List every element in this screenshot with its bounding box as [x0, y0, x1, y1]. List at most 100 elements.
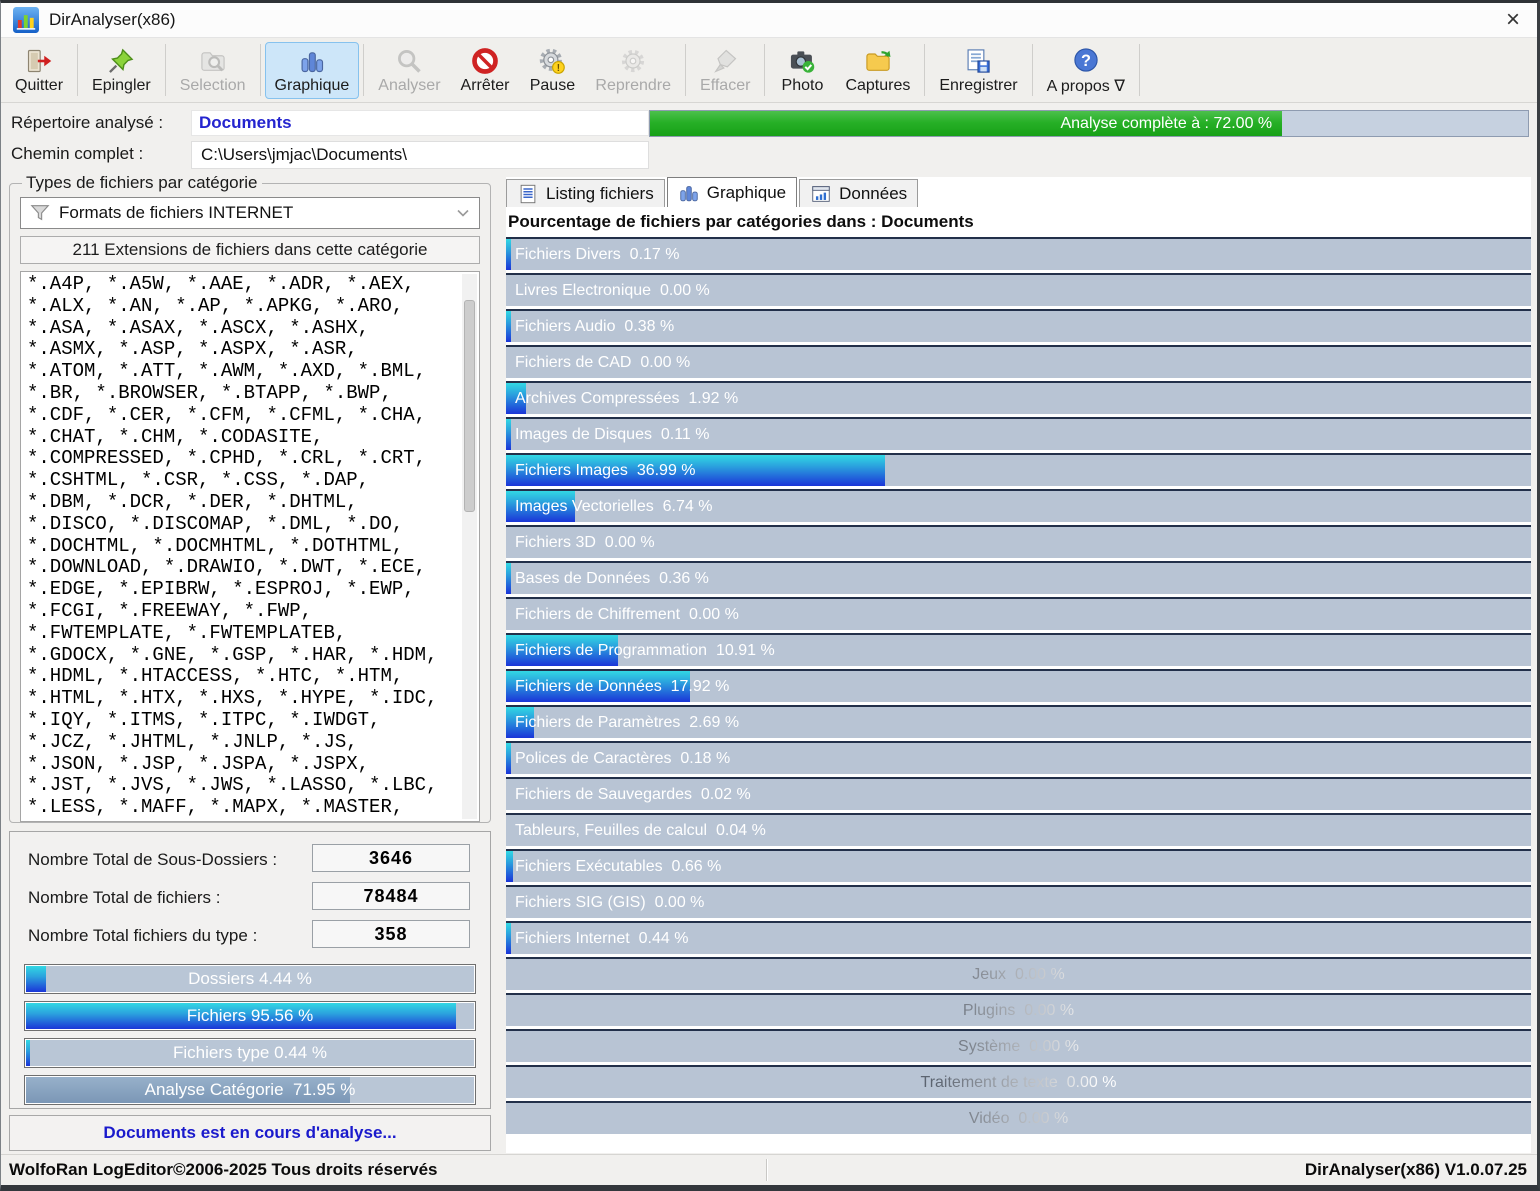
extension-listbox[interactable]: *.A4P, *.A5W, *.AAE, *.ADR, *.AEX,*.ALX,…	[20, 271, 480, 822]
mini-progressbar-label: Dossiers 4.44 %	[25, 965, 475, 993]
extension-count-header: 211 Extensions de fichiers dans cette ca…	[20, 236, 480, 264]
status-bar-copyright: WolfoRan LogEditor©2006-2025 Tous droits…	[1, 1160, 438, 1180]
status-bar: WolfoRan LogEditor©2006-2025 Tous droits…	[1, 1154, 1537, 1185]
toolbar-separator	[924, 44, 925, 96]
stat-value: 358	[312, 920, 470, 948]
data-tab-icon	[810, 183, 832, 205]
extension-list-line: *.JST, *.JVS, *.JWS, *.LASSO, *.LBC,	[27, 775, 459, 797]
gear-warning-icon: !	[537, 46, 567, 76]
toolbar-button-label: Epingler	[92, 77, 151, 95]
chart-bar-row: Fichiers de Données 17.92 %	[506, 669, 1531, 702]
toolbar-separator	[764, 44, 765, 96]
toolbar-button-enregistrer[interactable]: Enregistrer	[929, 42, 1027, 99]
stat-row: Nombre Total fichiers du type : 358	[24, 920, 476, 958]
extension-list-line: *.COMPRESSED, *.CPHD, *.CRL, *.CRT,	[27, 448, 459, 470]
toolbar-separator	[260, 44, 261, 96]
analysis-progressbar: Analyse complète à : 72.00 %	[649, 110, 1529, 137]
toolbar-button-effacer[interactable]: Effacer	[690, 42, 760, 99]
stat-value: 3646	[312, 844, 470, 872]
chart-bar-row: Archives Compressées 1.92 %	[506, 381, 1531, 414]
scrollbar-thumb[interactable]	[464, 300, 475, 512]
tab-label: Listing fichiers	[546, 184, 654, 204]
chart-bar-row: Fichiers Images 36.99 %	[506, 453, 1531, 486]
extension-list-line: *.ASMX, *.ASP, *.ASPX, *.ASR,	[27, 339, 459, 361]
toolbar-button-label: Pause	[530, 77, 575, 95]
graph-tab-icon	[678, 182, 700, 204]
toolbar-button-captures[interactable]: Captures	[835, 42, 920, 99]
mini-progressbar: Fichiers 95.56 %	[24, 1001, 476, 1031]
chart-bar-label: Plugins 0.00 %	[506, 995, 1531, 1026]
toolbar-button-graphique[interactable]: Graphique	[265, 42, 360, 99]
extension-list-line: *.FCGI, *.FREEWAY, *.FWP,	[27, 601, 459, 623]
stat-label: Nombre Total fichiers du type :	[28, 926, 257, 946]
chart-bar-label: Fichiers Exécutables 0.66 %	[506, 851, 1531, 882]
toolbar-button-label: Selection	[180, 77, 246, 95]
toolbar-separator	[685, 44, 686, 96]
toolbar-button-label: Enregistrer	[939, 77, 1017, 95]
bar-chart-icon	[297, 46, 327, 76]
toolbar-button-epingler[interactable]: Epingler	[82, 42, 161, 99]
chart-bar-row: Fichiers Divers 0.17 %	[506, 237, 1531, 270]
extension-list-line: *.JCZ, *.JHTML, *.JNLP, *.JS,	[27, 732, 459, 754]
analysis-progress-label: Analyse complète à : 72.00 %	[1060, 115, 1282, 133]
extension-list-line: *.CDF, *.CER, *.CFM, *.CFML, *.CHA,	[27, 405, 459, 427]
toolbar-button-label: Photo	[782, 77, 824, 95]
tab-graphique[interactable]: Graphique	[667, 177, 797, 207]
toolbar-button-arreter[interactable]: Arrêter	[451, 42, 520, 99]
toolbar-button-apropos[interactable]: ?A propos ∇	[1037, 41, 1135, 100]
tab-listing-fichiers[interactable]: Listing fichiers	[506, 179, 665, 207]
save-report-icon	[963, 46, 993, 76]
stat-row: Nombre Total de Sous-Dossiers :3646	[24, 844, 476, 882]
chart-bar-label: Traitement de texte 0.00 %	[506, 1067, 1531, 1098]
toolbar-button-analyser[interactable]: Analyser	[368, 42, 450, 99]
toolbar-button-reprendre[interactable]: Reprendre	[585, 42, 681, 99]
toolbar-button-photo[interactable]: Photo	[769, 42, 835, 99]
totals-panel: Nombre Total de Sous-Dossiers :3646 Nombr…	[9, 831, 491, 1109]
tab-label: Données	[839, 184, 907, 204]
mini-progressbar-label: Fichiers type 0.44 %	[25, 1039, 475, 1067]
file-types-group-title: Types de fichiers par catégorie	[22, 173, 262, 193]
extension-list-line: *.DISCO, *.DISCOMAP, *.DML, *.DO,	[27, 514, 459, 536]
extension-list-scrollbar[interactable]	[462, 274, 477, 819]
folder-search-icon	[198, 46, 228, 76]
folder-export-icon	[863, 46, 893, 76]
chart-bar-label: Fichiers Divers 0.17 %	[506, 239, 1531, 270]
chart-bar-row: Tableurs, Feuilles de calcul 0.04 %	[506, 813, 1531, 846]
mini-progressbar-label: Fichiers 95.56 %	[25, 1002, 475, 1030]
chart-bar-label: Fichiers de Chiffrement 0.00 %	[506, 599, 1531, 630]
stop-icon	[470, 46, 500, 76]
chart-bar-row: Bases de Données 0.36 %	[506, 561, 1531, 594]
analysis-progress-fill: Analyse complète à : 72.00 %	[650, 111, 1282, 136]
toolbar-button-label: Analyser	[378, 77, 440, 95]
chart-bar-row: Fichiers 3D 0.00 %	[506, 525, 1531, 558]
mini-progressbar: Dossiers 4.44 %	[24, 964, 476, 994]
extension-list-line: *.A4P, *.A5W, *.AAE, *.ADR, *.AEX,	[27, 274, 459, 296]
toolbar-button-quitter[interactable]: Quitter	[5, 42, 73, 99]
toolbar-button-pause[interactable]: !Pause	[519, 42, 585, 99]
tab-donn-es[interactable]: Données	[799, 179, 918, 207]
app-icon	[13, 7, 39, 33]
toolbar-button-selection[interactable]: Selection	[170, 42, 256, 99]
brush-icon	[710, 46, 740, 76]
toolbar-separator	[363, 44, 364, 96]
app-window: DirAnalyser(x86) × Quitter Epingler Select…	[0, 0, 1540, 1191]
extension-list-line: *.IQY, *.ITMS, *.ITPC, *.IWDGT,	[27, 710, 459, 732]
chart-bar-label: Vidéo 0.00 %	[506, 1103, 1531, 1134]
chart-bar-label: Livres Electronique 0.00 %	[506, 275, 1531, 306]
full-path-field[interactable]: C:\Users\jmjac\Documents\	[191, 141, 649, 169]
title-bar: DirAnalyser(x86) ×	[1, 3, 1537, 38]
chart-bar-row: Polices de Caractères 0.18 %	[506, 741, 1531, 774]
chart-bar-row: Vidéo 0.00 %	[506, 1101, 1531, 1134]
toolbar: Quitter Epingler Selection Graphique Analyse…	[1, 38, 1537, 103]
category-filter-combobox[interactable]: Formats de fichiers INTERNET	[20, 197, 480, 229]
file-types-groupbox: Types de fichiers par catégorie Formats …	[9, 173, 491, 823]
extension-list-line: *.DOWNLOAD, *.DRAWIO, *.DWT, *.ECE,	[27, 557, 459, 579]
toolbar-button-label: Quitter	[15, 77, 63, 95]
analyzed-dir-label: Répertoire analysé :	[11, 113, 163, 133]
close-button[interactable]: ×	[1489, 3, 1537, 37]
chart-bar-row: Fichiers Exécutables 0.66 %	[506, 849, 1531, 882]
pin-icon	[106, 46, 136, 76]
chart-bar-row: Fichiers de CAD 0.00 %	[506, 345, 1531, 378]
extension-list-line: *.DOCHTML, *.DOCMHTML, *.DOTHTML,	[27, 536, 459, 558]
chart-bar-label: Images de Disques 0.11 %	[506, 419, 1531, 450]
